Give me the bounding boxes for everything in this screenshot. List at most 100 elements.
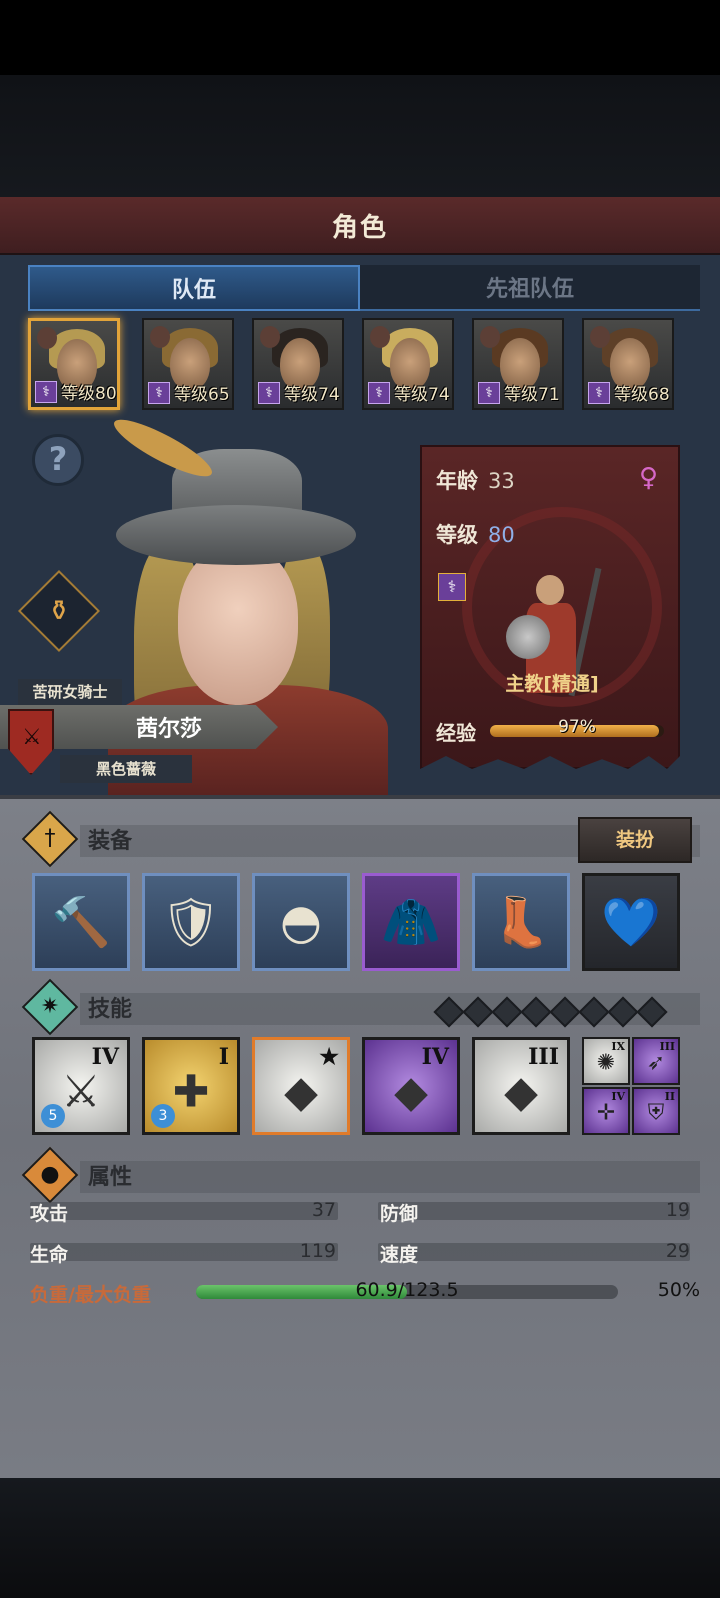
level-value: 80 xyxy=(488,523,515,547)
skill-rank: I xyxy=(218,1044,229,1070)
passive-rank: III xyxy=(659,1040,675,1053)
passive-icon: ⛨ xyxy=(647,1100,665,1126)
hood-icon: ◓ xyxy=(280,894,322,950)
equipment-slot-1[interactable]: 🔨 xyxy=(32,873,130,971)
class-badge-icon: ⚕ xyxy=(438,573,466,601)
skill-crystal-prayer[interactable]: ◆ ★ xyxy=(252,1037,350,1135)
shield-icon: 🛡 xyxy=(160,894,222,951)
tab-team[interactable]: 队伍 xyxy=(28,265,360,311)
feather-icon xyxy=(108,410,218,486)
equipment-slot-6[interactable]: 💙 xyxy=(582,873,680,971)
party-member-4[interactable]: ⚕ 等级74 xyxy=(362,318,454,410)
equipment-slot-3[interactable]: ◓ xyxy=(252,873,350,971)
level-row: 等级 80 xyxy=(436,519,515,549)
status-icon xyxy=(370,326,390,348)
top-backdrop xyxy=(0,75,720,197)
equipment-slot-2[interactable]: 🛡 xyxy=(142,873,240,971)
attack-label: 攻击 xyxy=(30,1203,69,1225)
skill-rank: III xyxy=(528,1044,559,1070)
skill-slot-gems xyxy=(433,996,668,1028)
speed-value: 29 xyxy=(665,1240,690,1262)
passive-icon: ✛ xyxy=(596,1100,616,1126)
party-member-level: 等级65 xyxy=(174,385,230,405)
tab-ancestor-team[interactable]: 先祖队伍 xyxy=(360,265,700,311)
skill-gem-slot xyxy=(607,996,639,1028)
life-label: 生命 xyxy=(30,1244,69,1266)
help-button[interactable]: ? xyxy=(32,434,84,486)
age-label: 年龄 xyxy=(436,469,478,493)
skill-icon: ✚ xyxy=(172,1066,210,1118)
status-bar xyxy=(0,0,720,75)
class-badge-icon: ⚕ xyxy=(588,382,610,404)
amulet-icon: 💙 xyxy=(601,894,661,951)
title-bar: 角色 xyxy=(0,197,720,255)
potion-icon: ⚱ xyxy=(47,594,71,627)
age-value: 33 xyxy=(488,469,515,493)
class-name: 主教[精通] xyxy=(505,673,599,695)
page-title: 角色 xyxy=(331,212,388,243)
equipment-title: 装备 xyxy=(88,829,133,854)
party-member-level: 等级74 xyxy=(394,385,450,405)
star-burst-icon: ✷ xyxy=(21,978,79,1036)
exp-percent: 97% xyxy=(558,717,596,737)
skill-crystal-a[interactable]: ◆ IV xyxy=(362,1037,460,1135)
equipment-slot-5[interactable]: 👢 xyxy=(472,873,570,971)
class-badge-icon: ⚕ xyxy=(258,382,280,404)
skill-holy-shield[interactable]: ✚ I 3 xyxy=(142,1037,240,1135)
party-member-level: 等级74 xyxy=(284,385,340,405)
party-member-3[interactable]: ⚕ 等级74 xyxy=(252,318,344,410)
dress-up-button[interactable]: 装扮 xyxy=(578,817,692,863)
character-panel: 角色 队伍 先祖队伍 ⚕ 等级80 ⚕ 等级65 ⚕ 等级74 ⚕ 等级74 ⚕ 等级71 ⚕ 等级6… xyxy=(0,197,720,1478)
status-icon xyxy=(260,326,280,348)
info-banner: 年龄 33 ♀ 等级 80 ⚕ 主教[精通] 经验 97% xyxy=(420,445,680,769)
party-member-level: 等级68 xyxy=(614,385,670,405)
class-badge-icon: ⚕ xyxy=(148,382,170,404)
skills-title: 技能 xyxy=(88,997,133,1022)
party-member-1[interactable]: ⚕ 等级80 xyxy=(28,318,120,410)
party-member-6[interactable]: ⚕ 等级68 xyxy=(582,318,674,410)
question-icon: ? xyxy=(48,440,68,478)
party-member-level: 等级71 xyxy=(504,385,560,405)
status-icon xyxy=(150,326,170,348)
passive-target[interactable]: ✛ IV xyxy=(582,1087,630,1135)
skill-prayer[interactable]: ⚔ IV 5 xyxy=(32,1037,130,1135)
party-member-2[interactable]: ⚕ 等级65 xyxy=(142,318,234,410)
skill-crystal-b[interactable]: ◆ III xyxy=(472,1037,570,1135)
passive-spear[interactable]: ➶ III xyxy=(632,1037,680,1085)
bottom-backdrop xyxy=(0,1478,720,1598)
skill-rank: ★ xyxy=(319,1044,339,1070)
passive-rank: II xyxy=(664,1090,675,1103)
skill-charges: 3 xyxy=(151,1104,175,1128)
life-value: 119 xyxy=(299,1240,336,1262)
class-badge-icon: ⚕ xyxy=(35,381,57,403)
defense-label: 防御 xyxy=(380,1203,419,1225)
passive-burst[interactable]: ✺ IX xyxy=(582,1037,630,1085)
speed-label: 速度 xyxy=(380,1244,419,1266)
skill-icon: ◆ xyxy=(394,1066,428,1118)
skill-gem-slot xyxy=(433,996,465,1028)
skill-icon: ◆ xyxy=(284,1066,318,1118)
attributes-header: ● 属性 xyxy=(0,1146,720,1204)
exp-label: 经验 xyxy=(436,721,476,745)
person-icon: ● xyxy=(21,1146,79,1204)
class-badge-icon: ⚕ xyxy=(368,382,390,404)
attributes-title: 属性 xyxy=(88,1165,133,1190)
equipment-slot-4[interactable]: 🧥 xyxy=(362,873,460,971)
female-icon: ♀ xyxy=(638,463,658,493)
passive-icon: ➶ xyxy=(646,1050,666,1076)
passive-guard[interactable]: ⛨ II xyxy=(632,1087,680,1135)
level-label: 等级 xyxy=(436,523,478,547)
load-label: 负重/最大负重 xyxy=(30,1284,151,1306)
faction-crest-icon: ⚔ xyxy=(8,709,54,775)
passive-rank: IX xyxy=(611,1040,625,1053)
skill-gem-slot xyxy=(462,996,494,1028)
boots-icon: 👢 xyxy=(491,894,551,951)
party-member-5[interactable]: ⚕ 等级71 xyxy=(472,318,564,410)
potion-button[interactable]: ⚱ xyxy=(17,569,101,653)
skill-gem-slot xyxy=(578,996,610,1028)
details-section: † 装备 装扮 🔨 🛡 ◓ 🧥 👢 💙 ✷ 技能 ⚔ IV 5 ✚ I 3 ◆ ★ ◆ IV ◆ III ✺ IX ➶… xyxy=(0,795,720,1478)
dagger-icon: † xyxy=(21,810,79,868)
armor-icon: 🧥 xyxy=(381,894,441,951)
class-badge-icon: ⚕ xyxy=(478,382,500,404)
status-icon xyxy=(590,326,610,348)
